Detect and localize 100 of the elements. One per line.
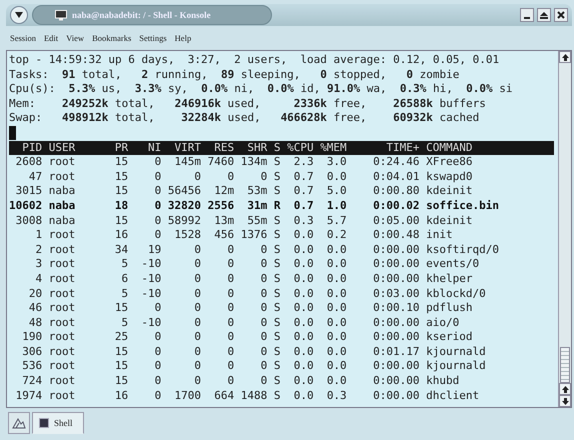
window-menu-button[interactable] [10,6,28,24]
table-cell-text: kjournald [425,344,486,360]
table-cell-text: 4 [34,272,42,286]
table-cell-text: 1528 [174,228,202,243]
table-cell-text: 0.0 [326,330,347,345]
table-cell-text: 0 [193,301,202,316]
table-cell-text: 0 [260,170,268,184]
column-header: RES [213,140,234,156]
terminal-line: Cpu(s): 5.3% us, 3.3% sy, 0.0% ni, 0.0% id, 91.0% wa, 0.3% hi, 0.0% si [9,82,514,97]
table-cell-text: 0.0 [326,286,347,302]
table-cell-text: 5 [120,286,128,302]
table-cell-text: S [272,257,280,272]
table-cell-text: -10 [140,286,162,302]
table-cell-text: 0:00.00 [372,272,420,286]
table-cell-text: root [48,272,76,286]
table-cell-text: root [48,286,76,302]
table-cell-text: 0 [193,286,202,302]
column-header: SHR [246,140,268,156]
menu-item[interactable]: View [66,33,84,43]
table-cell-text: 0 [154,301,162,316]
scroll-thumb[interactable] [560,347,570,383]
table-cell-text: root [48,344,76,360]
table-cell-text: naba [48,198,76,214]
table-cell-text: -10 [140,257,162,272]
table-cell-text: 0 [226,374,234,389]
table-cell-text: 2 [34,242,42,258]
column-header: USER [48,140,76,156]
table-cell-text: 0 [154,214,162,228]
table-cell-text: 3.0 [326,155,347,170]
session-tab[interactable]: Shell [32,412,84,434]
table-cell-text: 3008 [14,214,42,228]
table-cell-text: root [48,359,76,374]
table-cell-text: 0 [260,257,268,272]
table-cell-text: 190 [21,330,42,345]
table-cell-text: 0 [260,242,268,258]
maximize-icon [540,11,548,19]
table-cell-text: 1376 [240,228,268,243]
minimize-button[interactable] [520,8,534,22]
column-header: PID [21,140,42,156]
new-session-button[interactable] [8,412,30,434]
table-cell-text: 7460 [206,155,234,170]
table-cell-text: 19 [147,242,162,258]
scrollbar[interactable] [558,51,571,407]
terminal-line: Mem: 249252k total, 246916k used, 2336k free, 26588k buffers [9,96,487,112]
table-cell-text: 0.7 [292,170,314,184]
table-cell-text: 15 [114,359,128,374]
table-cell-text: 0 [154,184,162,199]
scroll-up-button[interactable] [559,383,571,395]
table-cell-text: khubd [425,374,460,389]
table-cell-text: 0:00.00 [372,316,420,330]
table-cell-text: kswapd0 [425,170,472,184]
table-cell-text: 15 [114,155,128,170]
menu-item[interactable]: Help [174,33,192,43]
close-icon [557,11,565,19]
scroll-down-button[interactable] [559,395,571,407]
menu-item[interactable]: Bookmarks [92,33,132,43]
maximize-button[interactable] [537,8,551,22]
table-cell-text: 48 [28,316,42,330]
table-cell-text: 15 [114,214,128,228]
table-cell-text: 0:05.00 [372,214,420,228]
close-button[interactable] [554,8,568,22]
table-cell-text: 0.0 [326,242,347,258]
table-cell-text: 0 [260,374,268,389]
table-cell-text: 0.0 [292,228,314,243]
table-cell-text: aio/0 [425,316,460,330]
table-cell-text: dhclient [425,388,480,404]
table-cell-text: S [272,272,280,286]
column-header: COMMAND [425,140,472,156]
table-cell-text: -10 [140,316,162,330]
table-cell-text: 0 [260,330,268,345]
table-cell-text: 0 [260,301,268,316]
table-cell-text: 0:24.46 [372,155,420,170]
menu-item[interactable]: Session [10,33,36,43]
table-cell-text: 0.0 [326,344,347,360]
table-cell-text: 0 [260,344,268,360]
menu-item[interactable]: Settings [139,33,167,43]
table-cell-text: 0 [226,170,234,184]
table-cell-text: 0 [226,330,234,345]
table-cell-text: 0.0 [292,359,314,374]
table-cell-text: 0.0 [292,272,314,286]
column-header: %CPU [286,140,314,156]
table-cell-text: root [48,301,76,316]
table-cell-text: 0 [260,359,268,374]
table-cell-text: 5 [120,316,128,330]
table-cell-text: 0:00.00 [372,257,420,272]
table-cell-text: 13m [213,214,234,228]
scroll-up-button[interactable] [559,51,571,63]
table-cell-text: root [48,257,76,272]
table-cell-text: 724 [21,374,42,389]
table-cell-text: 456 [213,228,234,243]
table-cell-text: 0 [193,242,202,258]
table-cell-text: 0 [226,242,234,258]
table-cell-text: XFree86 [425,155,472,170]
table-cell-text: S [272,330,280,345]
menu-item[interactable]: Edit [44,33,58,43]
table-cell-text: 55m [246,214,268,228]
table-cell-text: 5.0 [326,184,347,199]
table-cell-text: 0.0 [326,374,347,389]
table-cell-text: 0 [226,344,234,360]
terminal-line: Swap: 498912k total, 32284k used, 466628k free, 60932k cached [9,111,480,126]
